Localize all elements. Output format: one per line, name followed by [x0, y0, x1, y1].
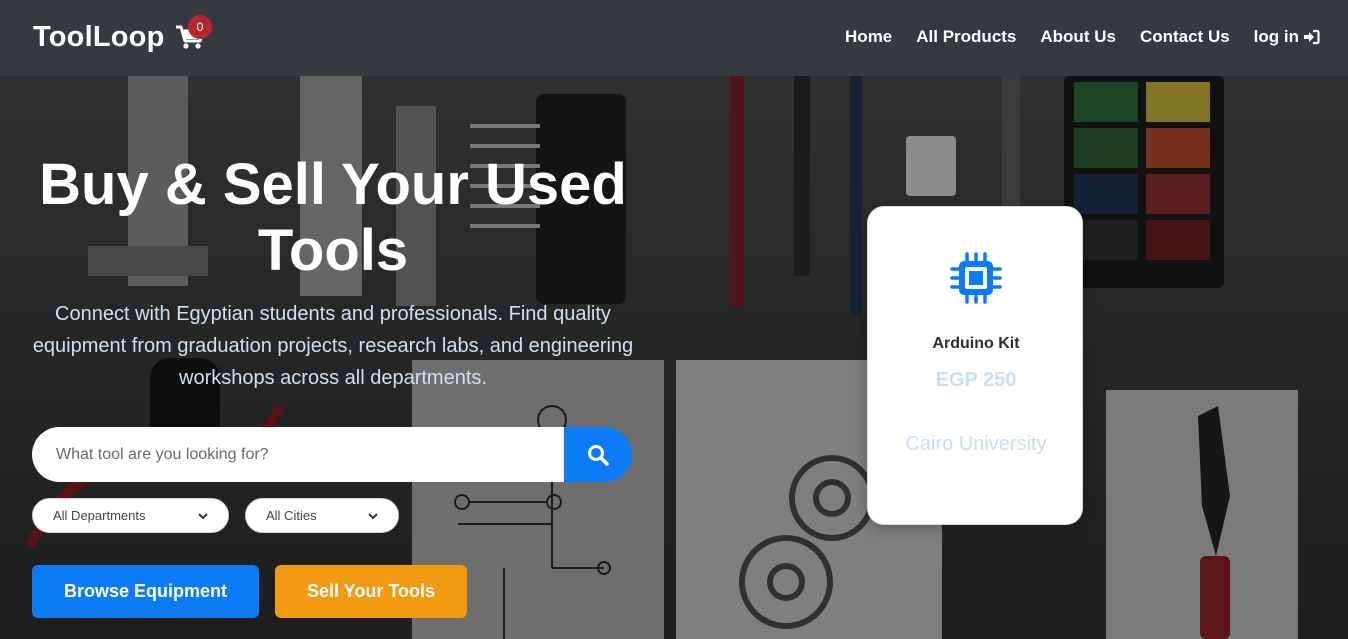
search-button[interactable] — [564, 427, 632, 482]
department-select[interactable]: All Departments — [32, 498, 229, 533]
chevron-down-icon — [368, 512, 378, 519]
search-bar — [32, 427, 632, 482]
nav-about-us[interactable]: About Us — [1040, 27, 1116, 47]
microchip-icon — [950, 252, 1002, 304]
hero-headline: Buy & Sell Your Used Tools — [39, 152, 627, 283]
browse-equipment-button[interactable]: Browse Equipment — [32, 565, 259, 618]
chevron-down-icon — [198, 512, 208, 519]
sign-in-icon — [1304, 29, 1320, 45]
hero-section: Buy & Sell Your Used Tools Connect with … — [0, 76, 1348, 639]
card-location: Cairo University — [905, 433, 1047, 455]
login-label: log in — [1253, 27, 1299, 46]
nav-links: Home All Products About Us Contact Us lo… — [845, 27, 1320, 47]
search-icon — [588, 444, 609, 466]
navbar: ToolLoop 0 Home All Products About Us Co… — [0, 0, 1348, 76]
hero-subtext: Connect with Egyptian students and profe… — [32, 303, 634, 389]
department-select-value: All Departments — [53, 508, 146, 523]
brand-logo[interactable]: ToolLoop — [33, 21, 165, 54]
sell-tools-button[interactable]: Sell Your Tools — [275, 565, 467, 618]
card-price: EGP 250 — [935, 369, 1017, 391]
card-title: Arduino Kit — [932, 335, 1020, 352]
search-input[interactable] — [32, 427, 572, 482]
nav-home[interactable]: Home — [845, 27, 892, 47]
featured-product-card[interactable]: Arduino Kit EGP 250 Cairo University — [867, 206, 1083, 525]
nav-login[interactable]: log in — [1254, 27, 1320, 47]
city-select-value: All Cities — [266, 508, 317, 523]
nav-contact-us[interactable]: Contact Us — [1140, 27, 1230, 47]
cart-count-badge: 0 — [188, 15, 212, 39]
nav-all-products[interactable]: All Products — [916, 27, 1016, 47]
city-select[interactable]: All Cities — [245, 498, 399, 533]
